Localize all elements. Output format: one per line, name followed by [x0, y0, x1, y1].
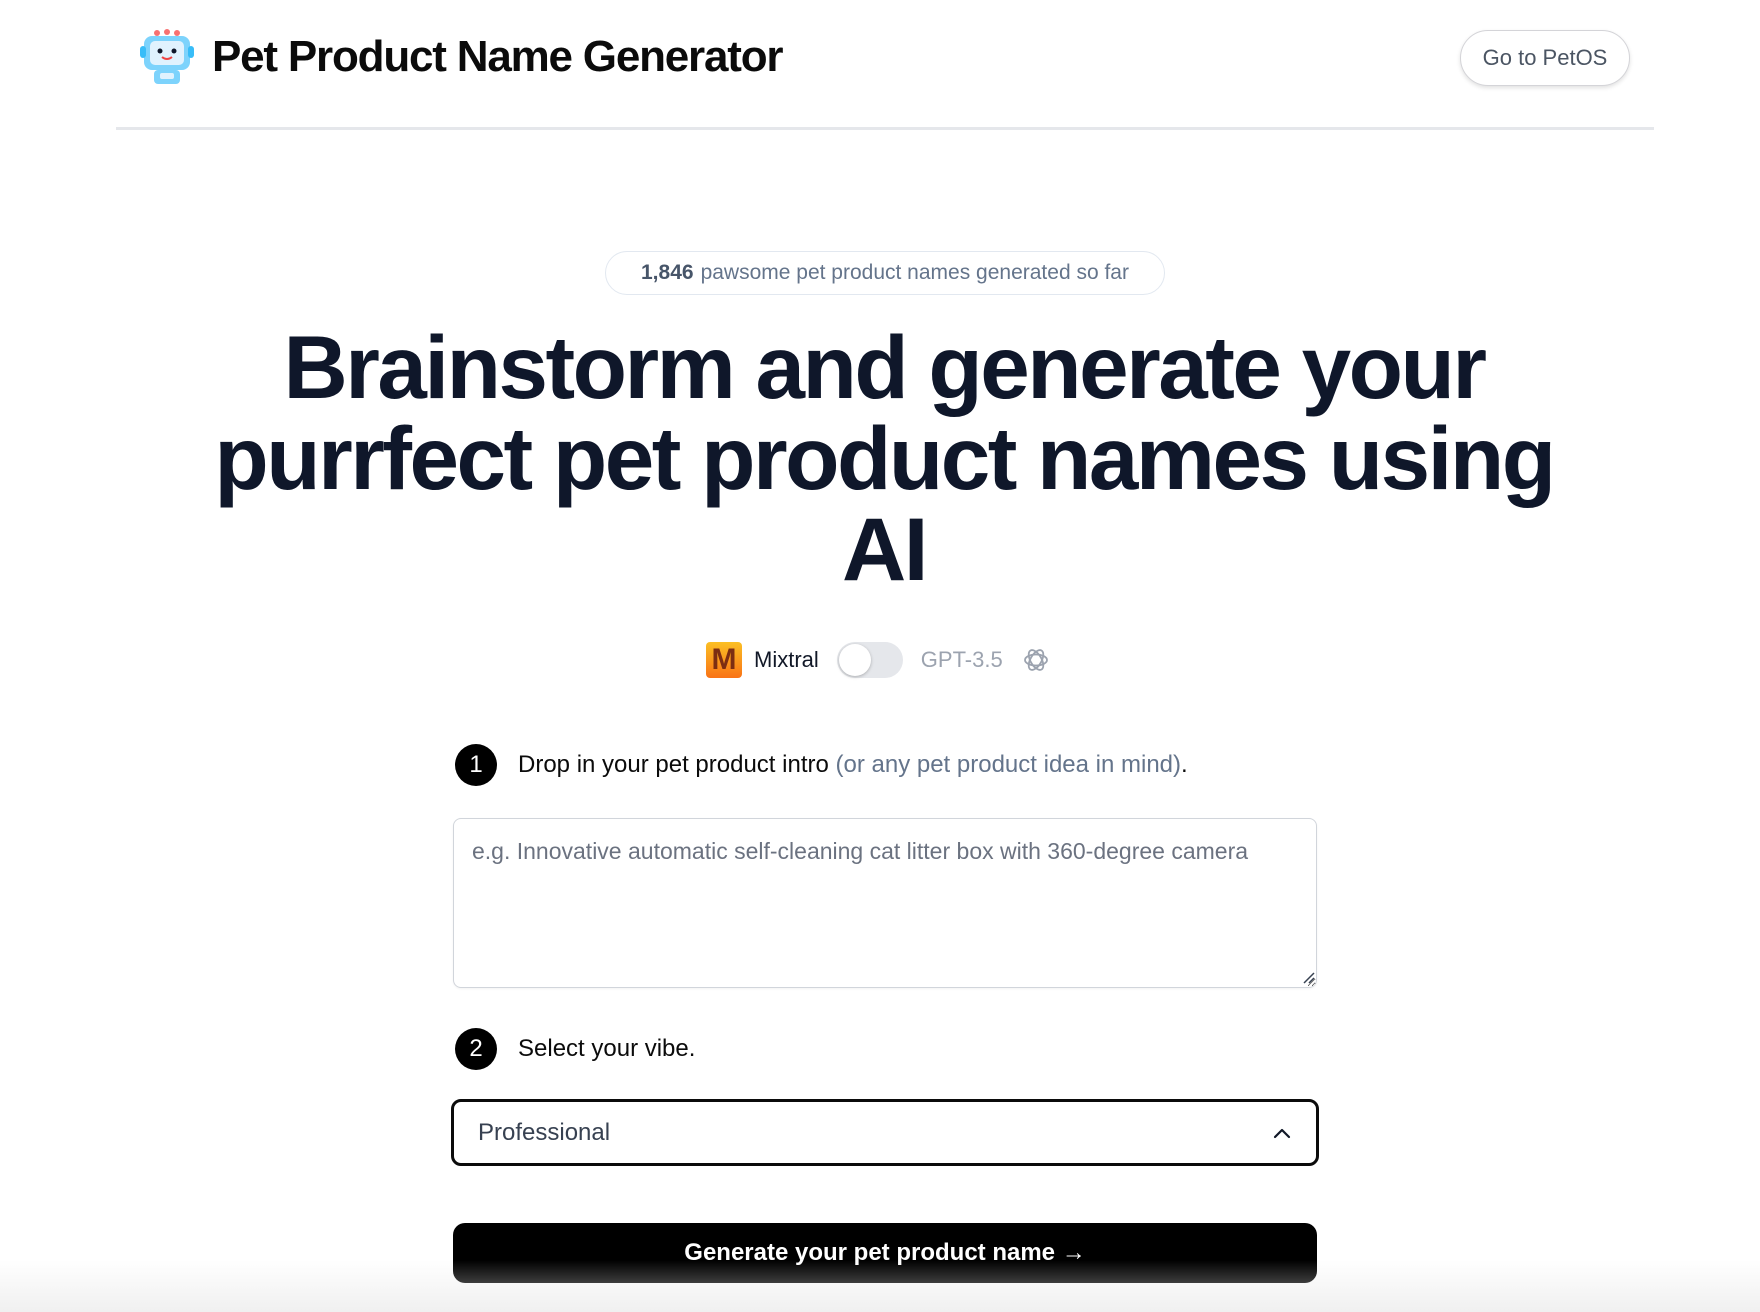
site-header: Pet Product Name Generator Go to PetOS — [116, 0, 1654, 130]
step-2: 2 Select your vibe. — [455, 1028, 695, 1070]
mixtral-label[interactable]: Mixtral — [754, 647, 819, 673]
openai-icon — [1023, 649, 1048, 671]
generate-button[interactable]: Generate your pet product name → — [453, 1223, 1317, 1283]
robot-icon — [140, 29, 194, 84]
step-2-label: Select your vibe. — [518, 1035, 696, 1062]
toggle-knob — [838, 644, 871, 676]
app-title: Pet Product Name Generator — [212, 32, 784, 81]
step-1-hint: (or any pet product idea in mind) — [835, 751, 1182, 778]
step-1-suffix: . — [1181, 751, 1188, 778]
step-1-number: 1 — [455, 744, 497, 786]
brand[interactable]: Pet Product Name Generator — [138, 28, 784, 86]
step-1-main-text: Drop in your pet product intro — [518, 751, 829, 778]
model-toggle-switch[interactable] — [836, 642, 903, 678]
step-1: 1 Drop in your pet product intro (or any… — [455, 744, 1188, 786]
gpt-label[interactable]: GPT-3.5 — [921, 647, 1003, 673]
page: Pet Product Name Generator Go to PetOS 1… — [0, 0, 1760, 1312]
product-intro-textarea[interactable] — [453, 818, 1317, 988]
generated-counter-badge: 1,846 pawsome pet product names generate… — [605, 251, 1165, 295]
vibe-select-value: Professional — [478, 1118, 611, 1146]
step-2-number: 2 — [455, 1028, 497, 1070]
chevron-up-icon — [1273, 1128, 1291, 1138]
mixtral-icon: M — [706, 642, 742, 678]
hero-headline: Brainstorm and generate your purrfect pe… — [214, 317, 1556, 599]
step-1-label: Drop in your pet product intro (or any p… — [518, 751, 1188, 779]
resize-grip-icon[interactable] — [1299, 968, 1315, 984]
generated-count-text: pawsome pet product names generated so f… — [700, 261, 1129, 284]
go-to-petos-button[interactable]: Go to PetOS — [1460, 30, 1630, 86]
model-toggle-row: M Mixtral GPT-3.5 — [706, 640, 1051, 680]
generated-count: 1,846 — [641, 261, 694, 284]
vibe-select[interactable]: Professional — [451, 1099, 1319, 1166]
